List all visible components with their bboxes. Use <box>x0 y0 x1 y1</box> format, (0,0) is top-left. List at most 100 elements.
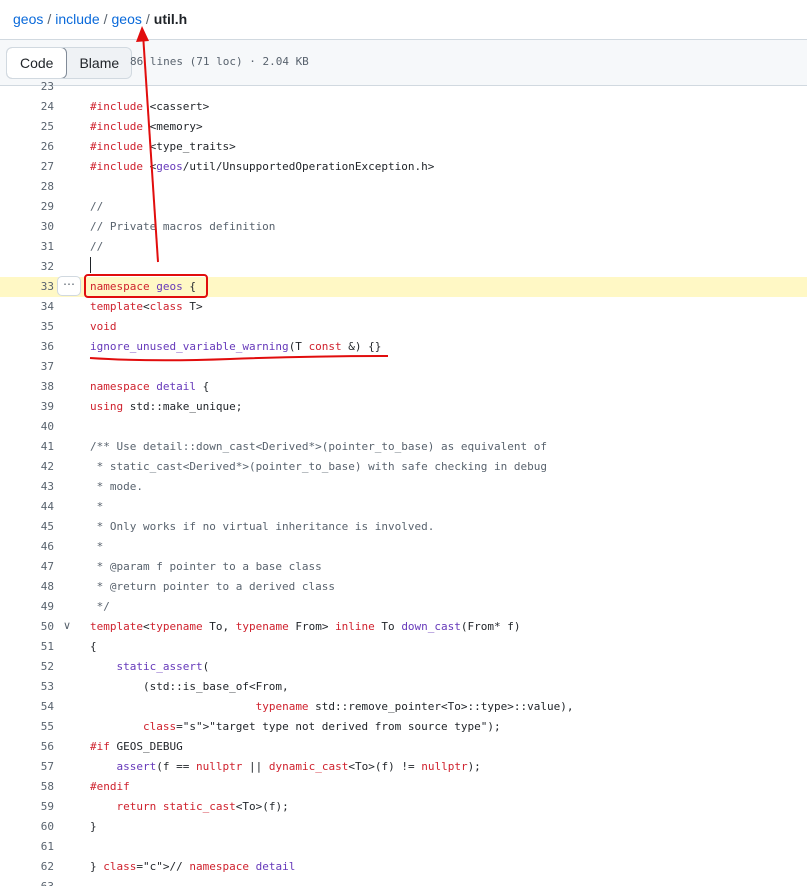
line-code: * mode. <box>90 480 143 493</box>
code-line: 23 <box>0 80 807 97</box>
line-number[interactable]: 57 <box>0 757 54 777</box>
code-line: 56 #if GEOS_DEBUG <box>0 737 807 757</box>
line-code: #include <memory> <box>90 120 203 133</box>
code-viewer[interactable]: 23 24 #include <cassert> 25 #include <memory… <box>0 80 807 886</box>
breadcrumb-repo-link[interactable]: geos <box>13 11 43 27</box>
line-code: // <box>90 240 104 253</box>
line-number[interactable]: 61 <box>0 837 54 857</box>
line-number[interactable]: 30 <box>0 217 54 237</box>
code-line: 53 (std::is_base_of<From, <box>0 677 807 697</box>
line-number[interactable]: 58 <box>0 777 54 797</box>
code-line: 48 * @return pointer to a derived class <box>0 577 807 597</box>
code-line: 24 #include <cassert> <box>0 97 807 117</box>
line-code: namespace detail { <box>90 380 210 393</box>
line-number[interactable]: 24 <box>0 97 54 117</box>
code-line: 52 static_assert( <box>0 657 807 677</box>
breadcrumb-separator: / <box>47 11 52 27</box>
code-line: 57 assert(f == nullptr || dynamic_cast<T… <box>0 757 807 777</box>
line-number[interactable]: 40 <box>0 417 54 437</box>
line-number[interactable]: 62 <box>0 857 54 877</box>
line-number[interactable]: 41 <box>0 437 54 457</box>
code-line: 62 } class="c">// namespace detail <box>0 857 807 877</box>
line-number[interactable]: 45 <box>0 517 54 537</box>
code-line: 35 void <box>0 317 807 337</box>
line-code: #include <geos/util/UnsupportedOperation… <box>90 160 435 173</box>
line-number[interactable]: 44 <box>0 497 54 517</box>
line-number[interactable]: 59 <box>0 797 54 817</box>
code-line: 60} <box>0 817 807 837</box>
line-code: static_assert( <box>116 660 210 673</box>
line-number[interactable]: 31 <box>0 237 54 257</box>
breadcrumb-geos-link[interactable]: geos <box>112 11 142 27</box>
line-number[interactable]: 28 <box>0 177 54 197</box>
code-line: 43 * mode. <box>0 477 807 497</box>
line-number[interactable]: 54 <box>0 697 54 717</box>
line-number[interactable]: 36 <box>0 337 54 357</box>
line-code: // <box>90 200 104 213</box>
line-code: ignore_unused_variable_warning(T const &… <box>90 340 382 353</box>
line-code: * <box>90 540 104 553</box>
text-cursor <box>90 257 91 273</box>
code-line: 30 // Private macros definition <box>0 217 807 237</box>
line-number[interactable]: 43 <box>0 477 54 497</box>
file-info: 86 lines (71 loc) · 2.04 KB <box>130 55 309 68</box>
line-number[interactable]: 32 <box>0 257 54 277</box>
code-line: 54 typename std::remove_pointer<To>::typ… <box>0 697 807 717</box>
line-number[interactable]: 60 <box>0 817 54 837</box>
line-number[interactable]: 38 <box>0 377 54 397</box>
code-line: 51 { <box>0 637 807 657</box>
line-code: } class="c">// namespace detail <box>90 860 296 873</box>
blame-view-button[interactable]: Blame <box>66 48 131 78</box>
breadcrumb-include-link[interactable]: include <box>55 11 99 27</box>
code-line: 59 return static_cast<To>(f); <box>0 797 807 817</box>
line-code: #endif <box>90 780 130 793</box>
line-number[interactable]: 42 <box>0 457 54 477</box>
line-number[interactable]: 25 <box>0 117 54 137</box>
breadcrumb-separator: / <box>145 11 150 27</box>
more-options-icon[interactable]: ⋯ <box>57 276 81 296</box>
line-code: return static_cast<To>(f); <box>116 800 289 813</box>
red-highlight-box <box>84 274 208 298</box>
line-number[interactable]: 35 <box>0 317 54 337</box>
line-number[interactable]: 50 <box>0 617 54 637</box>
line-number[interactable]: 52 <box>0 657 54 677</box>
line-number[interactable]: 29 <box>0 197 54 217</box>
code-line: 42 * static_cast<Derived*>(pointer_to_ba… <box>0 457 807 477</box>
line-code: typename std::remove_pointer<To>::type>:… <box>255 700 574 713</box>
line-number[interactable]: 53 <box>0 677 54 697</box>
code-line: 29 // <box>0 197 807 217</box>
line-code: * <box>90 500 104 513</box>
code-line: 61 <box>0 837 807 857</box>
code-line: 46 * <box>0 537 807 557</box>
code-line: 26 #include <type_traits> <box>0 137 807 157</box>
line-number[interactable]: 34 <box>0 297 54 317</box>
line-number[interactable]: 56 <box>0 737 54 757</box>
line-number[interactable]: 33 <box>0 277 54 297</box>
line-number[interactable]: 51 <box>0 637 54 657</box>
line-number[interactable]: 49 <box>0 597 54 617</box>
line-number[interactable]: 26 <box>0 137 54 157</box>
line-number[interactable]: 37 <box>0 357 54 377</box>
line-number[interactable]: 39 <box>0 397 54 417</box>
code-line: 31 // <box>0 237 807 257</box>
line-code: } <box>90 820 97 833</box>
code-line: 45 * Only works if no virtual inheritanc… <box>0 517 807 537</box>
line-number[interactable]: 47 <box>0 557 54 577</box>
line-number[interactable]: 46 <box>0 537 54 557</box>
line-code: #if GEOS_DEBUG <box>90 740 183 753</box>
line-code: * Only works if no virtual inheritance i… <box>90 520 435 533</box>
chevron-down-icon[interactable]: ∨ <box>63 619 71 632</box>
line-number[interactable]: 27 <box>0 157 54 177</box>
line-number[interactable]: 48 <box>0 577 54 597</box>
line-code: { <box>90 640 97 653</box>
code-view-button[interactable]: Code <box>7 48 68 78</box>
line-code: using std::make_unique; <box>90 400 243 413</box>
code-line: 25 #include <memory> <box>0 117 807 137</box>
code-line: 27 #include <geos/util/UnsupportedOperati… <box>0 157 807 177</box>
line-number[interactable]: 23 <box>0 80 54 97</box>
code-line: 47 * @param f pointer to a base class <box>0 557 807 577</box>
code-line: 44 * <box>0 497 807 517</box>
breadcrumb: geos / include / geos / util.h <box>13 8 187 30</box>
line-number[interactable]: 55 <box>0 717 54 737</box>
line-number[interactable]: 63 <box>0 877 54 886</box>
